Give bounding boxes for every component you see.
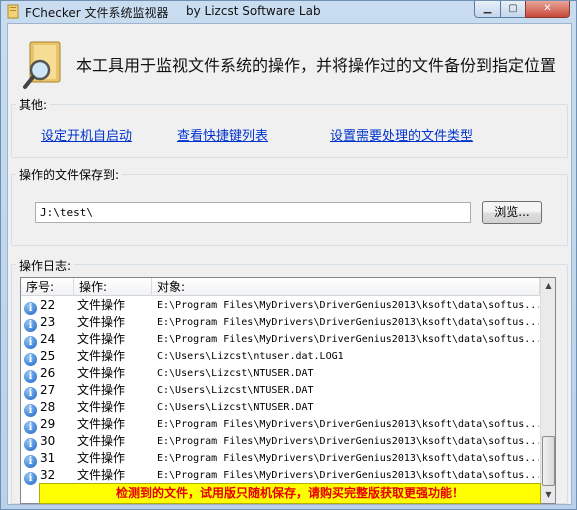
row-operation: 文件操作 [77, 434, 126, 448]
window-byline: by Lizcst Software Lab [186, 4, 321, 18]
row-number: 24 [40, 332, 56, 346]
table-row[interactable]: i 29 文件操作 E:\Program Files\MyDrivers\Driver… [21, 416, 540, 434]
close-button[interactable]: ✕ [525, 1, 570, 18]
row-operation: 文件操作 [77, 298, 126, 312]
row-number: 26 [40, 366, 56, 380]
row-number: 29 [40, 417, 56, 431]
scroll-down-arrow-icon[interactable]: ▼ [541, 487, 555, 503]
row-object: E:\Program Files\MyDrivers\DriverGenius2… [157, 317, 539, 328]
row-operation: 文件操作 [77, 451, 126, 465]
row-object: E:\Program Files\MyDrivers\DriverGenius2… [157, 300, 539, 311]
row-object: C:\Users\Lizcst\NTUSER.DAT [157, 385, 314, 396]
row-number: 25 [40, 349, 56, 363]
row-object: E:\Program Files\MyDrivers\DriverGenius2… [157, 419, 539, 430]
scroll-up-arrow-icon[interactable]: ▲ [541, 278, 555, 294]
column-header-no[interactable]: 序号: [21, 278, 74, 296]
maximize-button[interactable]: ▢ [500, 1, 526, 18]
row-operation: 文件操作 [77, 383, 126, 397]
scroll-thumb[interactable] [542, 436, 555, 486]
row-operation: 文件操作 [77, 468, 126, 482]
file-types-link[interactable]: 设置需要处理的文件类型 [330, 125, 473, 144]
table-row[interactable]: i 25 文件操作 C:\Users\Lizcst\ntuser.dat.LOG1 [21, 348, 540, 366]
other-group-label: 其他: [16, 96, 51, 113]
row-operation: 文件操作 [77, 366, 126, 380]
table-row[interactable]: i 27 文件操作 C:\Users\Lizcst\NTUSER.DAT [21, 382, 540, 400]
row-number: 31 [40, 451, 56, 465]
row-number: 22 [40, 298, 56, 312]
info-icon: i [24, 472, 37, 485]
trial-warning-banner: 检测到的文件，试用版只随机保存，请购买完整版获取更强功能！ [39, 483, 541, 504]
row-number: 30 [40, 434, 56, 448]
browse-button[interactable]: 浏览... [482, 201, 542, 224]
log-list[interactable]: 序号: 操作: 对象: i 22 文件操作 E:\Program Files\MyDr… [20, 277, 556, 504]
log-rows: i 22 文件操作 E:\Program Files\MyDrivers\Driver… [21, 297, 540, 485]
row-number: 32 [40, 468, 56, 482]
shortcut-list-link[interactable]: 查看快捷键列表 [177, 125, 268, 144]
row-object: C:\Users\Lizcst\ntuser.dat.LOG1 [157, 351, 344, 362]
row-object: C:\Users\Lizcst\NTUSER.DAT [157, 368, 314, 379]
table-row[interactable]: i 26 文件操作 C:\Users\Lizcst\NTUSER.DAT [21, 365, 540, 383]
title-bar[interactable]: FChecker 文件系统监视器 by Lizcst Software Lab … [1, 1, 576, 23]
table-row[interactable]: i 23 文件操作 E:\Program Files\MyDrivers\Driver… [21, 314, 540, 332]
app-icon [7, 4, 19, 19]
table-row[interactable]: i 32 文件操作 E:\Program Files\MyDrivers\Driver… [21, 467, 540, 485]
row-operation: 文件操作 [77, 417, 126, 431]
row-operation: 文件操作 [77, 315, 126, 329]
autostart-link[interactable]: 设定开机自启动 [41, 125, 132, 144]
minimize-button[interactable]: ▁ [474, 1, 501, 18]
row-operation: 文件操作 [77, 400, 126, 414]
app-window: FChecker 文件系统监视器 by Lizcst Software Lab … [0, 0, 577, 510]
row-number: 27 [40, 383, 56, 397]
row-number: 28 [40, 400, 56, 414]
table-row[interactable]: i 31 文件操作 E:\Program Files\MyDrivers\Driver… [21, 450, 540, 468]
main-panel: 本工具用于监视文件系统的操作，并将操作过的文件备份到指定位置 其他: 设定开机自… [7, 23, 572, 505]
table-row[interactable]: i 30 文件操作 E:\Program Files\MyDrivers\Driver… [21, 433, 540, 451]
row-number: 23 [40, 315, 56, 329]
table-row[interactable]: i 22 文件操作 E:\Program Files\MyDrivers\Driver… [21, 297, 540, 315]
row-object: C:\Users\Lizcst\NTUSER.DAT [157, 402, 314, 413]
row-object: E:\Program Files\MyDrivers\DriverGenius2… [157, 453, 539, 464]
row-operation: 文件操作 [77, 332, 126, 346]
row-object: E:\Program Files\MyDrivers\DriverGenius2… [157, 436, 539, 447]
log-group-label: 操作日志: [16, 257, 75, 274]
column-header-operation[interactable]: 操作: [74, 278, 152, 296]
save-path-input[interactable] [35, 202, 471, 223]
folder-magnifier-icon [23, 41, 61, 89]
banner-description: 本工具用于监视文件系统的操作，并将操作过的文件备份到指定位置 [76, 56, 557, 75]
table-row[interactable]: i 28 文件操作 C:\Users\Lizcst\NTUSER.DAT [21, 399, 540, 417]
row-object: E:\Program Files\MyDrivers\DriverGenius2… [157, 470, 539, 481]
row-operation: 文件操作 [77, 349, 126, 363]
table-row[interactable]: i 24 文件操作 E:\Program Files\MyDrivers\Driver… [21, 331, 540, 349]
column-header-object[interactable]: 对象: [152, 278, 540, 296]
row-object: E:\Program Files\MyDrivers\DriverGenius2… [157, 334, 539, 345]
log-list-header: 序号: 操作: 对象: [21, 278, 540, 296]
save-group-label: 操作的文件保存到: [16, 166, 123, 183]
log-vertical-scrollbar[interactable]: ▲ ▼ [540, 278, 555, 503]
window-title: FChecker 文件系统监视器 [25, 6, 169, 20]
